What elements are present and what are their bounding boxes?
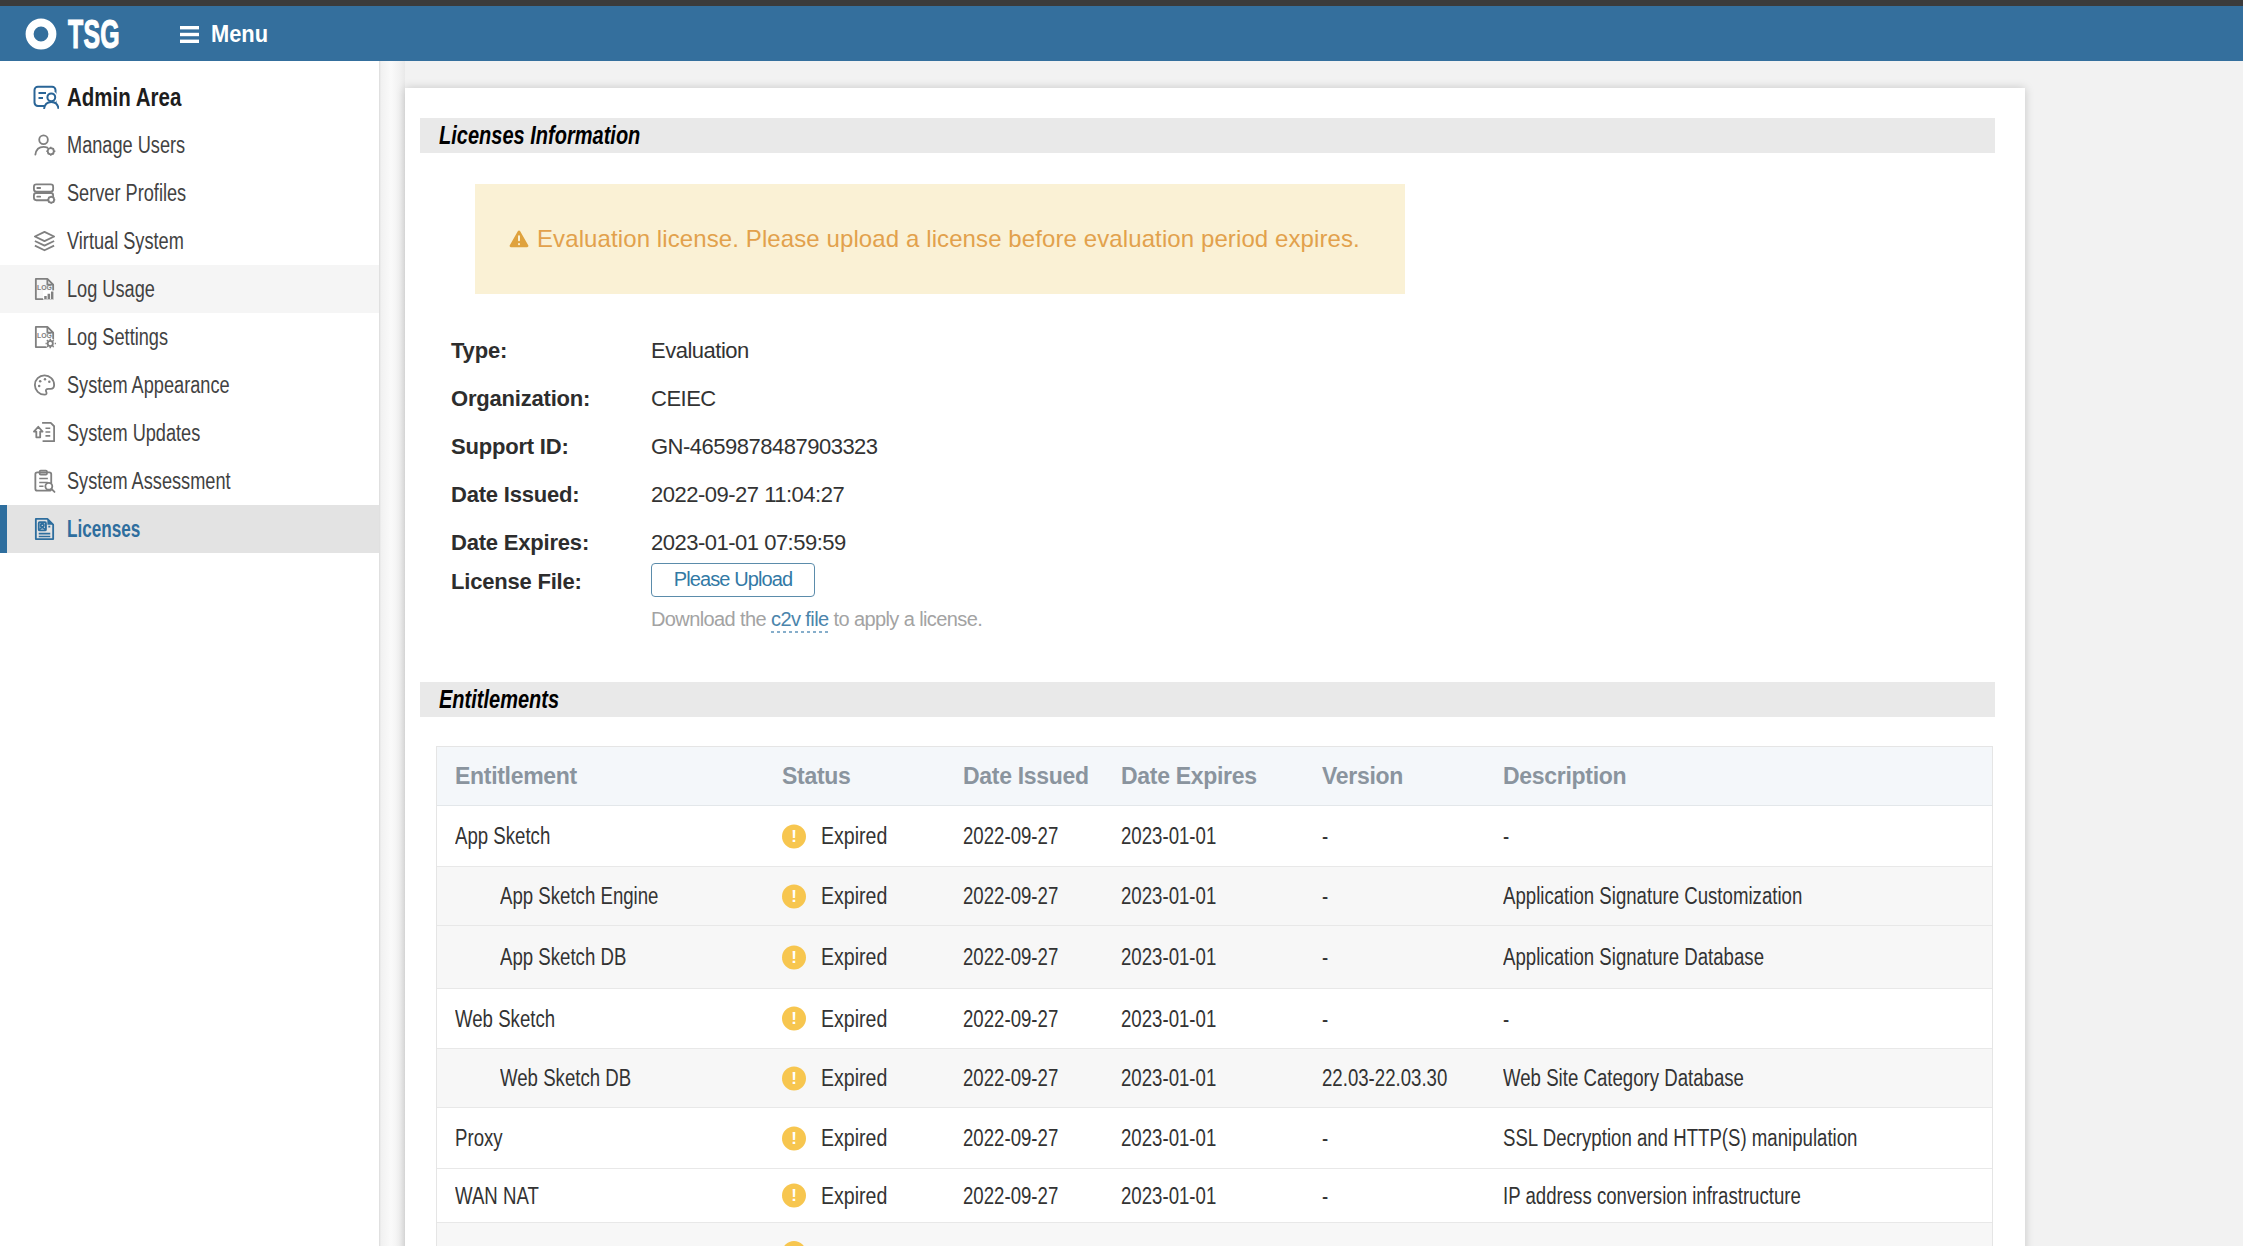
svg-text:LOG: LOG [37, 284, 52, 291]
